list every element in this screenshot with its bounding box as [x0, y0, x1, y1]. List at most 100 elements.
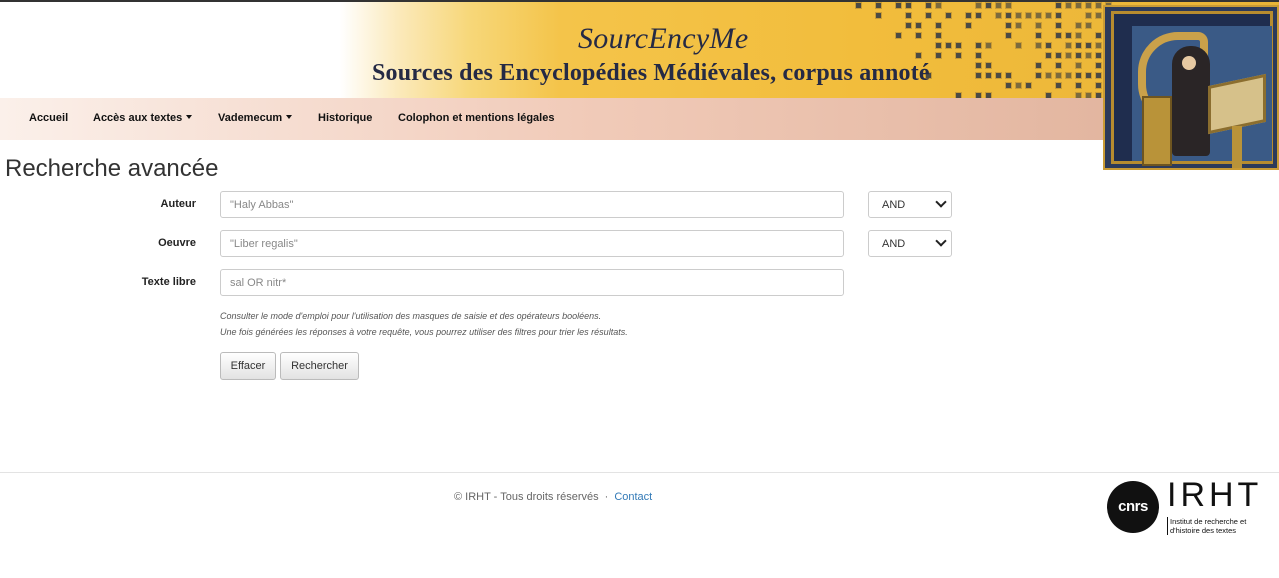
mosaic-tile — [1065, 32, 1072, 39]
mosaic-tile — [1055, 82, 1062, 89]
mosaic-tile — [1035, 22, 1042, 29]
mosaic-tile — [1055, 2, 1062, 9]
footer: © IRHT - Tous droits réservés · Contact — [454, 491, 652, 503]
mosaic-tile — [1035, 12, 1042, 19]
cnrs-logo[interactable]: cnrs — [1107, 481, 1159, 533]
mosaic-tile — [1045, 72, 1052, 79]
footer-separator: · — [604, 491, 609, 503]
mosaic-tile — [1035, 32, 1042, 39]
mosaic-tile — [975, 12, 982, 19]
nav-item-accueil[interactable]: Accueil — [29, 112, 68, 124]
illuminated-manuscript-image — [1103, 5, 1279, 170]
page-title: Recherche avancée — [5, 155, 219, 182]
caret-down-icon — [186, 115, 193, 119]
mosaic-tile — [995, 2, 1002, 9]
mosaic-tile — [1005, 72, 1012, 79]
mosaic-tile — [935, 22, 942, 29]
mosaic-tile — [1085, 72, 1092, 79]
mosaic-tile — [1095, 12, 1102, 19]
mosaic-tile — [1005, 22, 1012, 29]
irht-logo-subtitle: Institut de recherche et d'histoire des … — [1167, 517, 1267, 535]
mosaic-tile — [1005, 32, 1012, 39]
irht-logo[interactable]: IRHT — [1167, 476, 1262, 515]
mosaic-tile — [1095, 52, 1102, 59]
mosaic-tile — [985, 2, 992, 9]
work-operator-select[interactable]: AND — [868, 230, 952, 257]
work-input[interactable] — [220, 230, 844, 257]
mosaic-tile — [1055, 52, 1062, 59]
mosaic-tile — [1015, 42, 1022, 49]
mosaic-tile — [1005, 12, 1012, 19]
search-button[interactable]: Rechercher — [280, 352, 359, 380]
nav-item-historique[interactable]: Historique — [318, 112, 372, 124]
mosaic-tile — [1055, 12, 1062, 19]
mosaic-tile — [965, 22, 972, 29]
mosaic-tile — [1015, 22, 1022, 29]
mosaic-tile — [1065, 72, 1072, 79]
help-text-instructions: Consulter le mode d'emploi pour l'utilis… — [220, 311, 602, 321]
mosaic-tile — [1085, 52, 1092, 59]
mosaic-tile — [895, 32, 902, 39]
mosaic-tile — [995, 72, 1002, 79]
author-operator-select[interactable]: AND — [868, 191, 952, 218]
mosaic-tile — [1025, 12, 1032, 19]
mosaic-tile — [1035, 72, 1042, 79]
mosaic-tile — [1015, 82, 1022, 89]
mosaic-tile — [1035, 62, 1042, 69]
nav-item-colophon[interactable]: Colophon et mentions légales — [398, 112, 554, 124]
mosaic-tile — [1045, 52, 1052, 59]
mosaic-tile — [1095, 62, 1102, 69]
mosaic-tile — [1055, 32, 1062, 39]
mosaic-tile — [1085, 2, 1092, 9]
mosaic-tile — [925, 12, 932, 19]
mosaic-tile — [915, 22, 922, 29]
mosaic-tile — [975, 52, 982, 59]
mosaic-tile — [1075, 82, 1082, 89]
mosaic-tile — [1055, 22, 1062, 29]
author-input[interactable] — [220, 191, 844, 218]
mosaic-tile — [1085, 12, 1092, 19]
mosaic-tile — [1085, 42, 1092, 49]
mosaic-tile — [1055, 62, 1062, 69]
help-text-filters: Une fois générées les réponses à votre r… — [220, 327, 628, 337]
mosaic-tile — [1015, 12, 1022, 19]
author-label: Auteur — [160, 198, 196, 210]
mosaic-tile — [905, 22, 912, 29]
mosaic-tile — [1075, 52, 1082, 59]
mosaic-tile — [995, 12, 1002, 19]
mosaic-tile — [1075, 2, 1082, 9]
mosaic-tile — [1075, 62, 1082, 69]
mosaic-tile — [975, 72, 982, 79]
contact-link[interactable]: Contact — [614, 491, 652, 503]
mosaic-tile — [1055, 72, 1062, 79]
mosaic-tile — [945, 42, 952, 49]
mosaic-tile — [875, 2, 882, 9]
mosaic-tile — [955, 52, 962, 59]
footer-divider — [0, 472, 1279, 473]
mosaic-tile — [1065, 2, 1072, 9]
mosaic-tile — [1035, 42, 1042, 49]
mosaic-tile — [1095, 72, 1102, 79]
mosaic-tile — [915, 52, 922, 59]
mosaic-tile — [975, 2, 982, 9]
author-operator-value: AND — [882, 199, 906, 211]
mosaic-tile — [895, 2, 902, 9]
free-text-input[interactable] — [220, 269, 844, 296]
mosaic-tile — [985, 42, 992, 49]
nav-item-vademecum[interactable]: Vademecum — [218, 112, 293, 124]
nav-item-acces-aux-textes[interactable]: Accès aux textes — [93, 112, 193, 124]
partner-logos[interactable]: cnrs IRHT Institut de recherche et d'his… — [1107, 476, 1267, 536]
mosaic-tile — [1045, 12, 1052, 19]
mosaic-tile — [935, 52, 942, 59]
mosaic-tile — [1065, 52, 1072, 59]
mosaic-tile — [965, 12, 972, 19]
mosaic-tile — [1025, 82, 1032, 89]
mosaic-tile — [1075, 22, 1082, 29]
site-banner: SourcEncyMe Sources des Encyclopédies Mé… — [0, 2, 1279, 98]
mosaic-tile — [985, 72, 992, 79]
mosaic-tile — [1065, 42, 1072, 49]
main-navbar: Accueil Accès aux textes Vademecum Histo… — [0, 98, 1279, 140]
site-subtitle: Sources des Encyclopédies Médiévales, co… — [372, 60, 930, 86]
site-title[interactable]: SourcEncyMe — [578, 22, 748, 56]
clear-button[interactable]: Effacer — [220, 352, 276, 380]
